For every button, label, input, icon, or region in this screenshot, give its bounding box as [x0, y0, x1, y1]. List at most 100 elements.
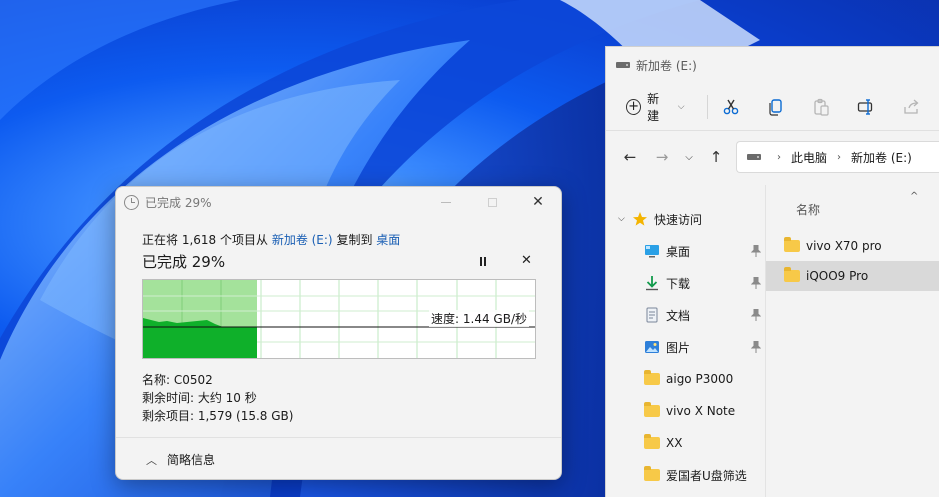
pin-icon[interactable]: [751, 309, 761, 321]
star-icon: [633, 212, 647, 226]
new-button[interactable]: + 新建 ⌵: [620, 86, 691, 128]
nav-item-label: 下载: [666, 276, 691, 291]
dialog-titlebar[interactable]: 已完成 29% ✕: [116, 187, 561, 217]
nav-item-label: XX: [666, 436, 683, 450]
new-button-label: 新建: [647, 91, 660, 123]
nav-item-downloads[interactable]: 下载: [606, 267, 765, 299]
minimize-button[interactable]: [423, 187, 469, 217]
close-button[interactable]: ✕: [515, 187, 561, 217]
nav-item-label: aigo P3000: [666, 372, 734, 386]
close-icon: ✕: [532, 194, 544, 210]
back-button[interactable]: ←: [618, 145, 642, 169]
folder-icon: [644, 402, 660, 417]
pin-icon[interactable]: [751, 341, 761, 353]
progress-percent-text: 已完成 29%: [142, 253, 226, 271]
copy-button[interactable]: [765, 95, 788, 119]
nav-item-folder[interactable]: 爱国者U盘筛选: [606, 459, 765, 491]
copy-icon: [769, 98, 782, 116]
chevron-right-icon: ›: [777, 151, 781, 163]
file-explorer-window: 新加卷 (E:) + 新建 ⌵ ← → ⌵ ↑ › 此电脑 › 新加卷 (E:)…: [605, 46, 939, 497]
paste-button[interactable]: [810, 95, 833, 119]
nav-item-label: 桌面: [666, 244, 691, 259]
explorer-body: ⌵ 快速访问 桌面 下载 文档 图片 aigo P3000 vivo X Not…: [606, 185, 939, 497]
folder-icon: [644, 434, 660, 449]
nav-item-pictures[interactable]: 图片: [606, 331, 765, 363]
toolbar-divider: [706, 94, 708, 119]
pin-icon[interactable]: [751, 277, 761, 289]
arrow-left-icon: ←: [623, 148, 637, 166]
transfer-speed-graph: 速度: 1.44 GB/秒: [142, 279, 536, 359]
arrow-up-icon: ↑: [709, 148, 723, 166]
nav-item-folder[interactable]: aigo P3000: [606, 363, 765, 395]
rename-button[interactable]: [855, 95, 878, 119]
up-button[interactable]: ↑: [704, 145, 728, 169]
explorer-titlebar[interactable]: 新加卷 (E:): [606, 47, 939, 83]
info-name: 名称: C0502: [142, 373, 213, 387]
pictures-icon: [645, 341, 659, 353]
nav-quick-access[interactable]: ⌵ 快速访问: [606, 203, 765, 235]
scissors-icon: [723, 99, 739, 114]
share-button[interactable]: [900, 95, 923, 119]
desktop-icon: [645, 245, 659, 258]
dialog-title: 已完成 29%: [145, 195, 212, 210]
chevron-down-icon: ⌵: [618, 214, 625, 224]
pause-button[interactable]: [476, 255, 490, 269]
explorer-title: 新加卷 (E:): [636, 58, 697, 73]
info-items-left: 剩余项目: 1,579 (15.8 GB): [142, 409, 294, 423]
fewer-details-label: 简略信息: [167, 453, 216, 467]
share-icon: [904, 99, 919, 114]
column-header-label: 名称: [796, 203, 821, 217]
copy-description-prefix: 正在将 1,618 个项目从: [142, 233, 272, 247]
copy-description: 正在将 1,618 个项目从 新加卷 (E:) 复制到 桌面: [142, 231, 400, 248]
chevron-right-icon: ›: [837, 151, 842, 163]
address-row: ← → ⌵ ↑ › 此电脑 › 新加卷 (E:): [606, 131, 939, 183]
recent-locations-button[interactable]: ⌵: [682, 145, 696, 169]
speed-label: 速度: 1.44 GB/秒: [429, 310, 529, 327]
clock-icon: [124, 194, 139, 210]
file-list: ^ 名称 vivo X70 pro iQOO9 Pro: [766, 185, 939, 497]
window-controls: ✕: [423, 187, 561, 217]
maximize-icon: [487, 197, 497, 207]
cancel-button[interactable]: ✕: [521, 253, 532, 268]
copy-progress-dialog: 已完成 29% ✕ 正在将 1,618 个项目从 新加卷 (E:) 复制到 桌面…: [115, 186, 562, 480]
source-link[interactable]: 新加卷 (E:): [272, 233, 333, 247]
close-icon: ✕: [521, 253, 532, 268]
nav-item-desktop[interactable]: 桌面: [606, 235, 765, 267]
file-name: vivo X70 pro: [806, 239, 882, 253]
nav-quick-access-label: 快速访问: [654, 212, 703, 227]
breadcrumb-drive-e[interactable]: 新加卷 (E:): [851, 149, 912, 166]
nav-item-folder[interactable]: XX: [606, 427, 765, 459]
copy-description-middle: 复制到: [332, 233, 377, 247]
navigation-pane: ⌵ 快速访问 桌面 下载 文档 图片 aigo P3000 vivo X Not…: [606, 185, 766, 497]
minimize-icon: [441, 201, 451, 203]
plus-icon: +: [626, 98, 642, 115]
nav-item-label: vivo X Note: [666, 404, 736, 418]
paste-icon: [814, 98, 829, 116]
address-bar[interactable]: › 此电脑 › 新加卷 (E:): [736, 141, 939, 173]
folder-icon: [784, 267, 800, 282]
destination-link[interactable]: 桌面: [376, 233, 400, 247]
fewer-details-toggle[interactable]: ︿ 简略信息: [116, 437, 561, 479]
breadcrumb-this-pc[interactable]: 此电脑: [791, 149, 827, 166]
drive-icon: [747, 154, 761, 160]
info-time-left: 剩余时间: 大约 10 秒: [142, 391, 257, 405]
pause-icon-bar: [484, 257, 486, 266]
nav-item-folder[interactable]: vivo X Note: [606, 395, 765, 427]
chevron-down-icon: ⌵: [685, 151, 693, 163]
nav-item-label: 爱国者U盘筛选: [666, 468, 747, 483]
forward-button[interactable]: →: [650, 145, 674, 169]
maximize-button[interactable]: [469, 187, 515, 217]
nav-item-documents[interactable]: 文档: [606, 299, 765, 331]
chevron-up-icon: ︿: [146, 453, 157, 467]
nav-item-label: 图片: [666, 340, 691, 355]
column-header-name[interactable]: ^ 名称: [766, 191, 939, 231]
folder-icon: [784, 237, 800, 252]
file-name: iQOO9 Pro: [806, 269, 869, 283]
nav-item-label: 文档: [666, 308, 691, 323]
chevron-down-icon: ⌵: [677, 101, 685, 112]
pin-icon[interactable]: [751, 245, 761, 257]
file-row[interactable]: vivo X70 pro: [766, 231, 939, 261]
cut-button[interactable]: [720, 95, 743, 119]
file-row-selected[interactable]: iQOO9 Pro: [766, 261, 939, 291]
arrow-right-icon: →: [655, 148, 669, 166]
